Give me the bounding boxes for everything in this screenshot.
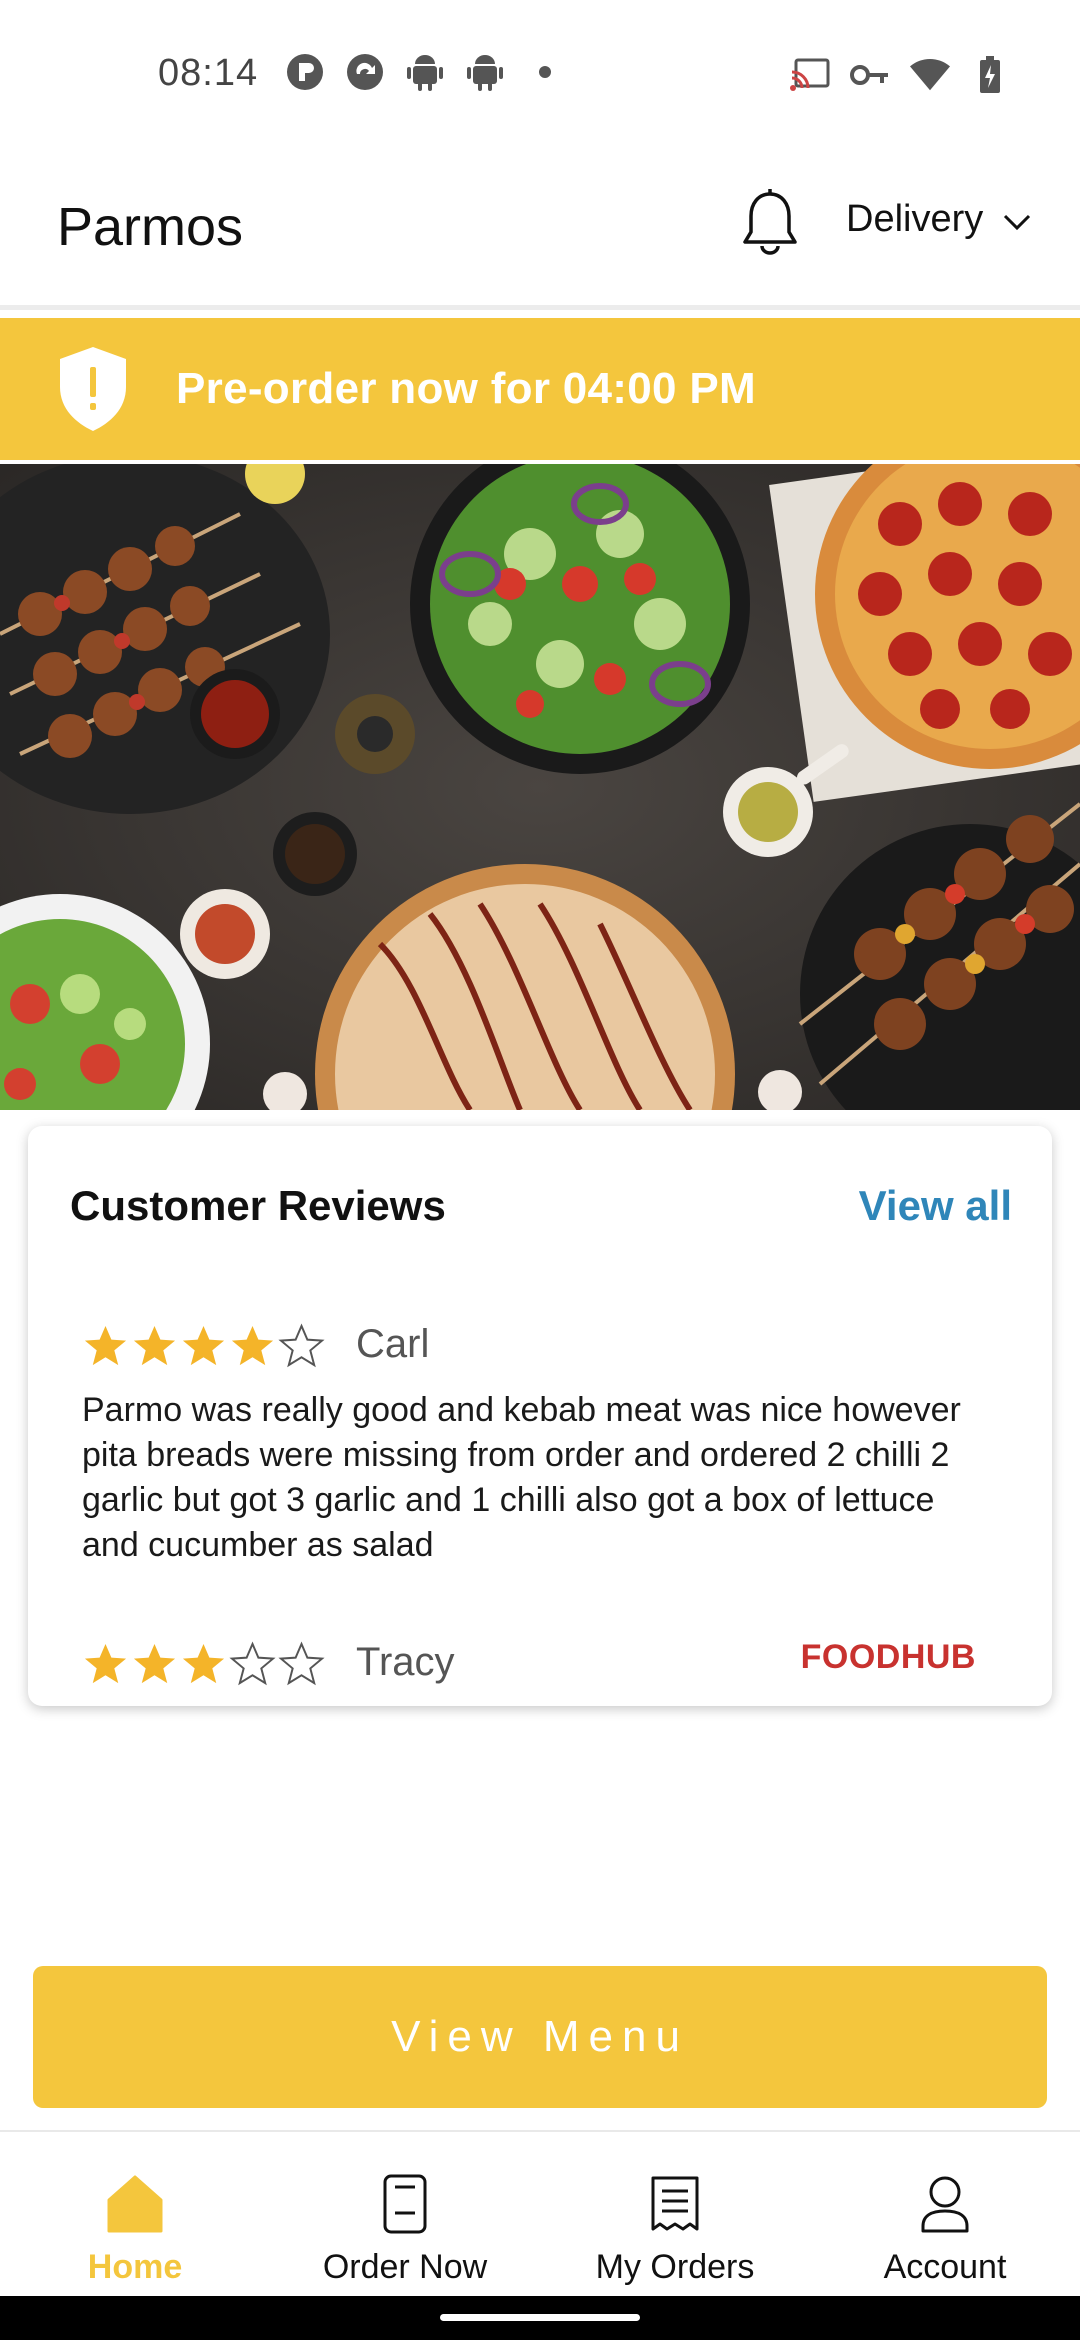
hero-food-image xyxy=(0,464,1080,1110)
home-gesture-handle[interactable] xyxy=(440,2314,640,2321)
star-rating xyxy=(82,1316,982,1376)
foodhub-logo: FOODHUB xyxy=(800,1638,976,1676)
receipt-icon xyxy=(645,2172,705,2236)
star-filled-icon xyxy=(133,1325,176,1365)
star-empty-icon xyxy=(229,1640,276,1685)
nav-home-label: Home xyxy=(87,2248,183,2286)
bell-icon[interactable] xyxy=(740,188,800,260)
nav-account[interactable]: Account xyxy=(810,2132,1080,2296)
star-filled-icon xyxy=(84,1325,127,1365)
wifi-icon xyxy=(910,55,950,95)
nav-order-now-label: Order Now xyxy=(322,2248,488,2286)
vpn-key-icon xyxy=(850,55,890,95)
star-filled-icon xyxy=(84,1643,127,1683)
nav-my-orders[interactable]: My Orders xyxy=(540,2132,810,2296)
android-icon xyxy=(465,52,505,92)
customer-reviews-card: Customer Reviews View all Carl Parmo was… xyxy=(28,1126,1052,1706)
chevron-down-icon xyxy=(1003,198,1031,241)
home-icon xyxy=(105,2172,165,2236)
nav-home[interactable]: Home xyxy=(0,2132,270,2296)
dot-icon xyxy=(525,52,565,92)
system-nav-bar xyxy=(0,2296,1080,2340)
app-circle-icon xyxy=(345,52,385,92)
view-all-reviews-link[interactable]: View all xyxy=(859,1182,1012,1230)
review-text: Parmo was really good and kebab meat was… xyxy=(82,1391,961,1564)
shield-alert-icon xyxy=(56,345,130,433)
star-filled-icon xyxy=(231,1325,274,1365)
preorder-banner[interactable]: Pre-order now for 04:00 PM xyxy=(0,318,1080,460)
battery-icon xyxy=(970,55,1010,95)
order-mode-dropdown[interactable]: Delivery xyxy=(846,198,1031,241)
nav-order-now[interactable]: Order Now xyxy=(270,2132,540,2296)
star-filled-icon xyxy=(182,1643,225,1683)
preorder-text: Pre-order now for 04:00 PM xyxy=(176,364,756,413)
app-p-icon xyxy=(285,52,325,92)
star-empty-icon xyxy=(278,1640,325,1685)
bottom-navigation: Home Order Now My Orders Account xyxy=(0,2130,1080,2296)
star-filled-icon xyxy=(182,1325,225,1365)
restaurant-title: Parmos xyxy=(57,197,244,257)
status-system-icons xyxy=(790,55,1010,95)
order-now-icon xyxy=(375,2172,435,2236)
cast-icon xyxy=(790,55,830,95)
reviewer-name: Carl xyxy=(356,1322,430,1366)
nav-account-label: Account xyxy=(883,2248,1007,2286)
android-icon xyxy=(405,52,445,92)
person-icon xyxy=(915,2172,975,2236)
star-filled-icon xyxy=(133,1643,176,1683)
status-bar: 08:14 xyxy=(0,0,1080,150)
view-menu-button[interactable]: View Menu xyxy=(33,1966,1047,2108)
status-notification-icons xyxy=(285,52,565,92)
reviews-title: Customer Reviews xyxy=(70,1182,446,1229)
nav-my-orders-label: My Orders xyxy=(595,2248,755,2286)
order-mode-label: Delivery xyxy=(846,198,984,240)
app-bar: Parmos Delivery xyxy=(0,150,1080,310)
star-empty-icon xyxy=(278,1322,325,1367)
status-time: 08:14 xyxy=(158,52,259,94)
review-item: Carl Parmo was really good and kebab mea… xyxy=(82,1316,982,1564)
reviewer-name: Tracy xyxy=(356,1640,455,1684)
